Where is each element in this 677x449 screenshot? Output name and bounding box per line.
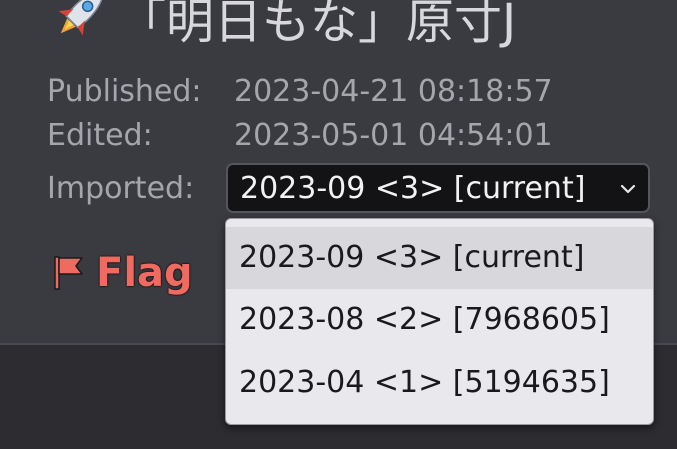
dropdown-option-5194635[interactable]: 2023-04 <1> [5194635]: [226, 352, 653, 414]
dropdown-option-7968605[interactable]: 2023-08 <2> [7968605]: [226, 289, 653, 351]
imported-version-select[interactable]: 2023-09 <3> [current]: [226, 163, 650, 213]
edited-value: 2023-05-01 04:54:01: [234, 118, 553, 153]
published-label: Published:: [47, 74, 202, 109]
chevron-down-icon: [620, 184, 636, 194]
rocket-icon: [58, 0, 104, 36]
imported-select-value: 2023-09 <3> [current]: [240, 171, 586, 206]
published-value: 2023-04-21 08:18:57: [234, 74, 553, 109]
post-title-row: 「明日もな」原寸J: [44, 0, 516, 52]
imported-label: Imported:: [47, 171, 195, 206]
flag-label: Flag: [96, 250, 193, 296]
imported-version-dropdown: 2023-09 <3> [current] 2023-08 <2> [79686…: [225, 218, 654, 425]
flag-icon: [54, 256, 83, 290]
edited-label: Edited:: [47, 118, 153, 153]
post-title: 「明日もな」原寸J: [118, 0, 517, 50]
dropdown-option-current[interactable]: 2023-09 <3> [current]: [226, 227, 653, 289]
flag-button[interactable]: Flag: [52, 250, 193, 296]
